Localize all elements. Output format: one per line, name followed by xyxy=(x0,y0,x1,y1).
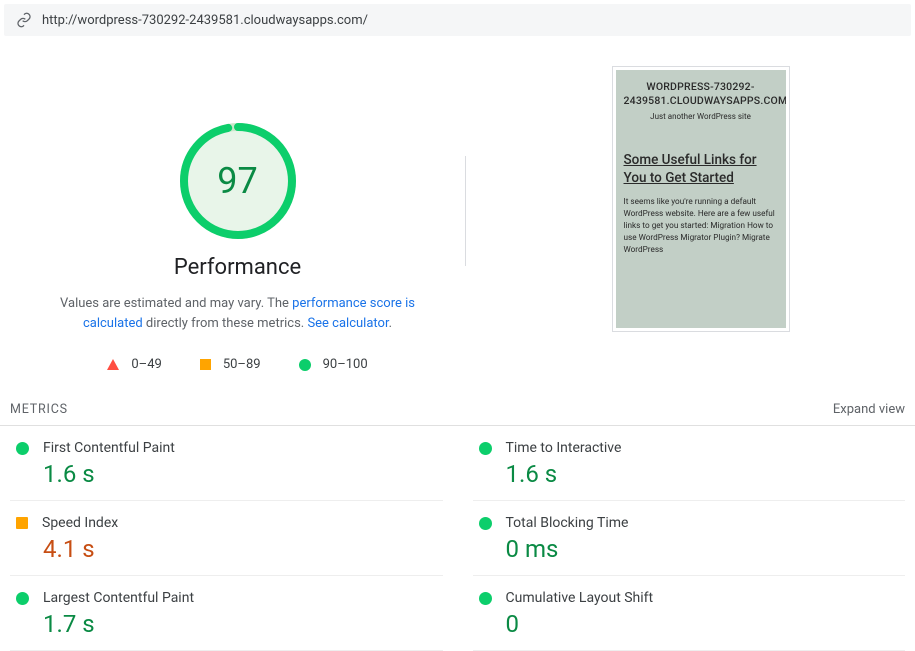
legend-average: 50–89 xyxy=(200,357,261,372)
url-bar: http://wordpress-730292-2439581.cloudway… xyxy=(4,4,911,36)
performance-column: 97 Performance Values are estimated and … xyxy=(10,66,465,372)
metric-value: 0 xyxy=(506,610,906,638)
status-dot-pass xyxy=(479,592,492,605)
metric-fcp[interactable]: First Contentful Paint 1.6 s xyxy=(10,426,443,501)
score-legend: 0–49 50–89 90–100 xyxy=(107,357,367,372)
score-value: 97 xyxy=(178,121,298,241)
metric-si[interactable]: Speed Index 4.1 s xyxy=(10,501,443,576)
legend-fail: 0–49 xyxy=(107,357,161,372)
metric-cls[interactable]: Cumulative Layout Shift 0 xyxy=(473,576,906,651)
preview-tagline: Just another WordPress site xyxy=(624,112,778,122)
performance-title: Performance xyxy=(174,255,301,280)
preview-site-title: WORDPRESS-730292-2439581.CLOUDWAYSAPPS.C… xyxy=(624,80,778,108)
metric-value: 1.6 s xyxy=(43,460,443,488)
metric-tbt[interactable]: Total Blocking Time 0 ms xyxy=(473,501,906,576)
score-gauge: 97 xyxy=(178,121,298,241)
see-calculator-link[interactable]: See calculator xyxy=(307,316,388,331)
triangle-icon xyxy=(107,359,119,370)
metric-value: 4.1 s xyxy=(43,535,443,563)
metric-value: 1.6 s xyxy=(506,460,906,488)
page-preview: WORDPRESS-730292-2439581.CLOUDWAYSAPPS.C… xyxy=(612,66,790,332)
square-icon xyxy=(200,359,211,370)
status-dot-average xyxy=(16,517,28,529)
link-icon xyxy=(16,12,32,28)
preview-column: WORDPRESS-730292-2439581.CLOUDWAYSAPPS.C… xyxy=(466,66,905,332)
performance-description: Values are estimated and may vary. The p… xyxy=(38,294,438,333)
status-dot-pass xyxy=(16,442,29,455)
metric-value: 1.7 s xyxy=(43,610,443,638)
metric-value: 0 ms xyxy=(506,535,906,563)
metric-tti[interactable]: Time to Interactive 1.6 s xyxy=(473,426,906,501)
expand-view-toggle[interactable]: Expand view xyxy=(833,402,905,417)
status-dot-pass xyxy=(479,442,492,455)
metrics-grid: First Contentful Paint 1.6 s Time to Int… xyxy=(0,426,915,651)
metrics-header: METRICS Expand view xyxy=(0,402,915,426)
metrics-label: METRICS xyxy=(10,402,68,417)
metric-lcp[interactable]: Largest Contentful Paint 1.7 s xyxy=(10,576,443,651)
status-dot-pass xyxy=(16,592,29,605)
preview-body: It seems like you're running a default W… xyxy=(624,197,778,256)
legend-pass: 90–100 xyxy=(299,357,368,372)
url-text[interactable]: http://wordpress-730292-2439581.cloudway… xyxy=(42,13,368,28)
status-dot-pass xyxy=(479,517,492,530)
preview-heading: Some Useful Links for You to Get Started xyxy=(624,151,778,187)
circle-icon xyxy=(299,359,311,371)
summary-section: 97 Performance Values are estimated and … xyxy=(0,36,915,392)
